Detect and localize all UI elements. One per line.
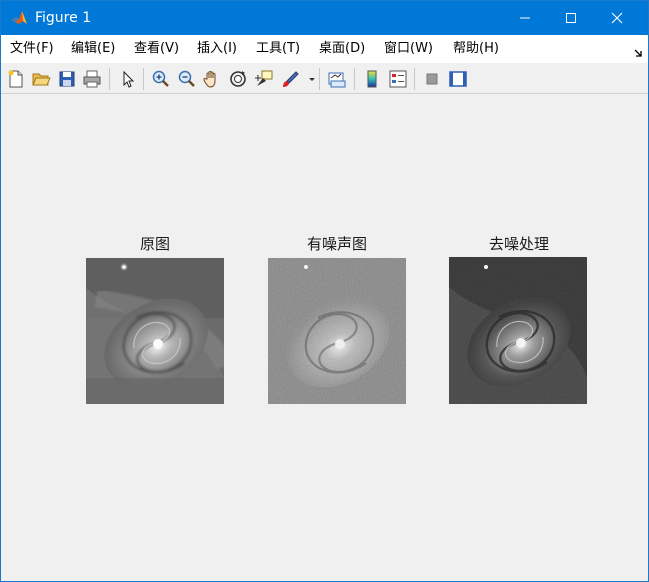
toolbar-separator — [319, 68, 320, 90]
menu-bar: 文件(F) 编辑(E) 查看(V) 插入(I) 工具(T) 桌面(D) 窗口(W… — [1, 35, 648, 63]
open-file-icon[interactable] — [31, 69, 51, 89]
brush-dropdown-icon[interactable] — [302, 69, 315, 89]
data-cursor-icon[interactable] — [254, 69, 274, 89]
toolbar-separator — [354, 68, 355, 90]
figure-window: Figure 1 文件(F) 编辑(E) 查看(V) 插入(I) 工具(T) 桌… — [0, 0, 649, 582]
menu-view[interactable]: 查看(V) — [134, 41, 179, 57]
link-plot-icon[interactable] — [327, 69, 347, 89]
panel-title-original: 原图 — [139, 235, 170, 253]
brush-icon[interactable] — [280, 69, 300, 89]
minimize-button[interactable] — [502, 1, 548, 35]
pan-hand-icon[interactable] — [202, 69, 222, 89]
legend-icon[interactable] — [388, 69, 408, 89]
image-noisy[interactable] — [268, 258, 406, 404]
image-original[interactable] — [86, 258, 224, 404]
dock-arrow-icon[interactable] — [634, 43, 644, 57]
menu-tools[interactable]: 工具(T) — [256, 41, 300, 57]
minimize-icon — [520, 17, 530, 19]
image-denoised[interactable] — [449, 257, 587, 404]
panel-title-noisy: 有噪声图 — [306, 235, 367, 253]
menu-desktop[interactable]: 桌面(D) — [319, 41, 365, 57]
maximize-button[interactable] — [548, 1, 594, 35]
show-plot-tools-icon[interactable] — [448, 69, 468, 89]
menu-help[interactable]: 帮助(H) — [453, 41, 499, 57]
figure-canvas[interactable]: 原图 有噪声图 去噪处理 — [1, 95, 648, 581]
toolbar-separator — [143, 68, 144, 90]
print-icon[interactable] — [82, 69, 102, 89]
matlab-icon — [10, 9, 28, 27]
rotate-3d-icon[interactable] — [228, 69, 248, 89]
save-icon[interactable] — [57, 69, 77, 89]
close-button[interactable] — [594, 1, 640, 35]
maximize-icon — [566, 13, 576, 23]
close-icon — [611, 12, 623, 24]
hide-plot-tools-icon[interactable] — [422, 69, 442, 89]
menu-edit[interactable]: 编辑(E) — [71, 41, 115, 57]
title-bar[interactable]: Figure 1 — [1, 1, 648, 35]
window-title: Figure 1 — [35, 10, 92, 26]
zoom-out-icon[interactable] — [177, 69, 197, 89]
menu-window[interactable]: 窗口(W) — [384, 41, 433, 57]
colorbar-icon[interactable] — [362, 69, 382, 89]
toolbar-separator — [414, 68, 415, 90]
zoom-in-icon[interactable] — [151, 69, 171, 89]
menu-file[interactable]: 文件(F) — [10, 41, 54, 57]
toolbar-separator — [109, 68, 110, 90]
pointer-icon[interactable] — [118, 69, 138, 89]
panel-title-denoised: 去噪处理 — [488, 235, 549, 253]
menu-insert[interactable]: 插入(I) — [197, 41, 237, 57]
figure-toolbar — [1, 63, 648, 94]
new-figure-icon[interactable] — [6, 69, 26, 89]
